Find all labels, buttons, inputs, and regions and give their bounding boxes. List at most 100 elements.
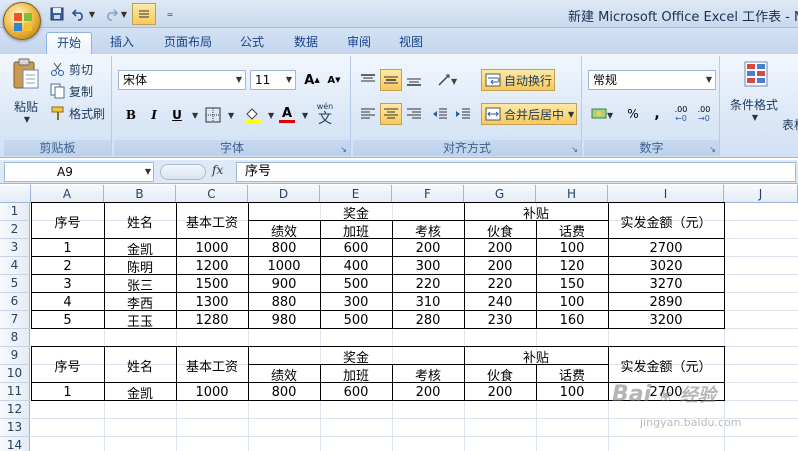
data-cell[interactable]: 120	[536, 257, 608, 275]
data-cell[interactable]: 1	[31, 383, 104, 401]
data-cell[interactable]: 金凯	[104, 239, 176, 258]
header-cell-base-salary[interactable]: 基本工资	[176, 203, 248, 239]
quick-access-toggle-icon[interactable]	[132, 3, 156, 25]
data-cell[interactable]: 2	[31, 257, 104, 275]
header-cell-phone[interactable]: 话费	[536, 221, 608, 240]
header-cell-assessment[interactable]: 考核	[392, 365, 464, 384]
shrink-font-button[interactable]: A ▼	[323, 69, 345, 91]
conditional-format-button[interactable]: 条件格式 ▼	[726, 60, 782, 132]
phonetic-button[interactable]: wén 文	[310, 100, 340, 128]
data-cell[interactable]: 160	[536, 311, 608, 329]
row-header[interactable]: 11	[0, 383, 30, 401]
column-header[interactable]: F	[392, 185, 464, 203]
data-cell[interactable]: 100	[536, 383, 608, 401]
data-cell[interactable]: 800	[248, 239, 320, 257]
align-bottom-button[interactable]	[403, 69, 425, 91]
data-cell[interactable]: 3020	[608, 257, 724, 275]
merge-center-button[interactable]: 合并后居中 ▼	[481, 103, 577, 125]
borders-dropdown-icon[interactable]: ▼	[228, 111, 234, 120]
data-cell[interactable]: 300	[320, 293, 392, 311]
formula-bar-splitter[interactable]	[160, 164, 206, 180]
data-cell[interactable]: 1000	[248, 257, 320, 275]
row-header[interactable]: 5	[0, 275, 30, 293]
percent-button[interactable]: %	[622, 103, 644, 125]
header-cell-performance[interactable]: 绩效	[248, 221, 320, 240]
column-header[interactable]: J	[724, 185, 798, 203]
bold-button[interactable]: B	[120, 104, 142, 126]
worksheet-grid[interactable]: A B C D E F G H I J 1 2 3 4 5 6 7 8 9 10 11 12 13 14 序号 姓名 基本工资 奖金绩…	[0, 185, 798, 451]
header-cell-seq[interactable]: 序号	[31, 347, 104, 383]
data-cell[interactable]: 980	[248, 311, 320, 329]
row-header[interactable]: 4	[0, 257, 30, 275]
align-middle-button[interactable]	[380, 69, 402, 91]
header-cell-bonus[interactable]: 奖金	[248, 347, 464, 366]
cut-button[interactable]: 剪切	[50, 60, 93, 78]
header-cell-allowance[interactable]: 补贴	[464, 347, 608, 366]
column-header[interactable]: E	[320, 185, 392, 203]
fill-color-button[interactable]	[242, 104, 264, 126]
tab-page-layout[interactable]: 页面布局	[156, 32, 220, 54]
font-color-dropdown-icon[interactable]: ▼	[302, 111, 308, 120]
copy-button[interactable]: 复制	[50, 82, 93, 100]
row-header[interactable]: 10	[0, 365, 30, 383]
data-cell[interactable]: 240	[464, 293, 536, 311]
decrease-decimal-button[interactable]: .00 →0	[693, 103, 715, 125]
font-dialog-launcher-icon[interactable]: ↘	[340, 145, 347, 154]
customize-qat-icon[interactable]: =	[164, 5, 174, 23]
format-as-table-label[interactable]: 表格	[782, 116, 798, 133]
name-box[interactable]: A9 ▼	[4, 162, 154, 182]
data-cell[interactable]: 1000	[176, 383, 248, 401]
data-cell[interactable]: 1300	[176, 293, 248, 311]
data-cell[interactable]: 150	[536, 275, 608, 293]
header-cell-performance[interactable]: 绩效	[248, 365, 320, 384]
number-dialog-launcher-icon[interactable]: ↘	[709, 145, 716, 154]
office-button[interactable]	[3, 2, 41, 40]
paste-button[interactable]: 粘贴 ▼	[8, 58, 44, 132]
data-cell[interactable]: 1000	[176, 239, 248, 257]
header-cell-name[interactable]: 姓名	[104, 347, 176, 383]
font-name-select[interactable]: 宋体 ▼	[118, 70, 246, 90]
font-size-select[interactable]: 11 ▼	[250, 70, 296, 90]
data-cell[interactable]: 220	[392, 275, 464, 293]
data-cell[interactable]: 王玉	[104, 311, 176, 330]
row-header[interactable]: 12	[0, 401, 30, 419]
data-cell[interactable]: 600	[320, 383, 392, 401]
row-header[interactable]: 8	[0, 329, 30, 347]
header-cell-meals[interactable]: 伙食	[464, 221, 536, 240]
data-cell[interactable]: 310	[392, 293, 464, 311]
header-cell-name[interactable]: 姓名	[104, 203, 176, 239]
row-header[interactable]: 9	[0, 347, 30, 365]
wrap-text-button[interactable]: 自动换行	[481, 69, 555, 91]
column-header[interactable]: G	[464, 185, 536, 203]
redo-dropdown-icon[interactable]: ▼	[118, 5, 128, 23]
row-header[interactable]: 14	[0, 437, 30, 451]
data-cell[interactable]: 5	[31, 311, 104, 329]
data-cell[interactable]: 4	[31, 293, 104, 311]
column-header[interactable]: B	[104, 185, 176, 203]
undo-dropdown-icon[interactable]: ▼	[86, 5, 96, 23]
tab-insert[interactable]: 插入	[100, 32, 144, 54]
align-right-button[interactable]	[403, 103, 425, 125]
header-cell-actual-pay[interactable]: 实发金额（元）	[608, 203, 724, 239]
data-cell[interactable]: 880	[248, 293, 320, 311]
increase-decimal-button[interactable]: .00 ←0	[670, 103, 692, 125]
data-cell[interactable]: 1	[31, 239, 104, 257]
header-cell-allowance[interactable]: 补贴	[464, 203, 608, 222]
data-cell[interactable]: 1200	[176, 257, 248, 275]
tab-review[interactable]: 审阅	[337, 32, 381, 54]
header-cell-base-salary[interactable]: 基本工资	[176, 347, 248, 383]
row-header[interactable]: 3	[0, 239, 30, 257]
data-cell[interactable]: 400	[320, 257, 392, 275]
data-cell[interactable]: 李西	[104, 293, 176, 312]
formula-input[interactable]: 序号	[236, 162, 796, 182]
fill-color-dropdown-icon[interactable]: ▼	[268, 111, 274, 120]
data-cell[interactable]: 200	[392, 383, 464, 401]
header-cell-bonus[interactable]: 奖金	[248, 203, 464, 222]
grow-font-button[interactable]: A ▲	[301, 69, 323, 91]
data-cell[interactable]: 陈明	[104, 257, 176, 276]
save-icon[interactable]	[48, 5, 66, 23]
column-header[interactable]: D	[248, 185, 320, 203]
number-format-select[interactable]: 常规 ▼	[588, 70, 716, 90]
data-cell[interactable]: 金凯	[104, 383, 176, 402]
tab-data[interactable]: 数据	[284, 32, 328, 54]
